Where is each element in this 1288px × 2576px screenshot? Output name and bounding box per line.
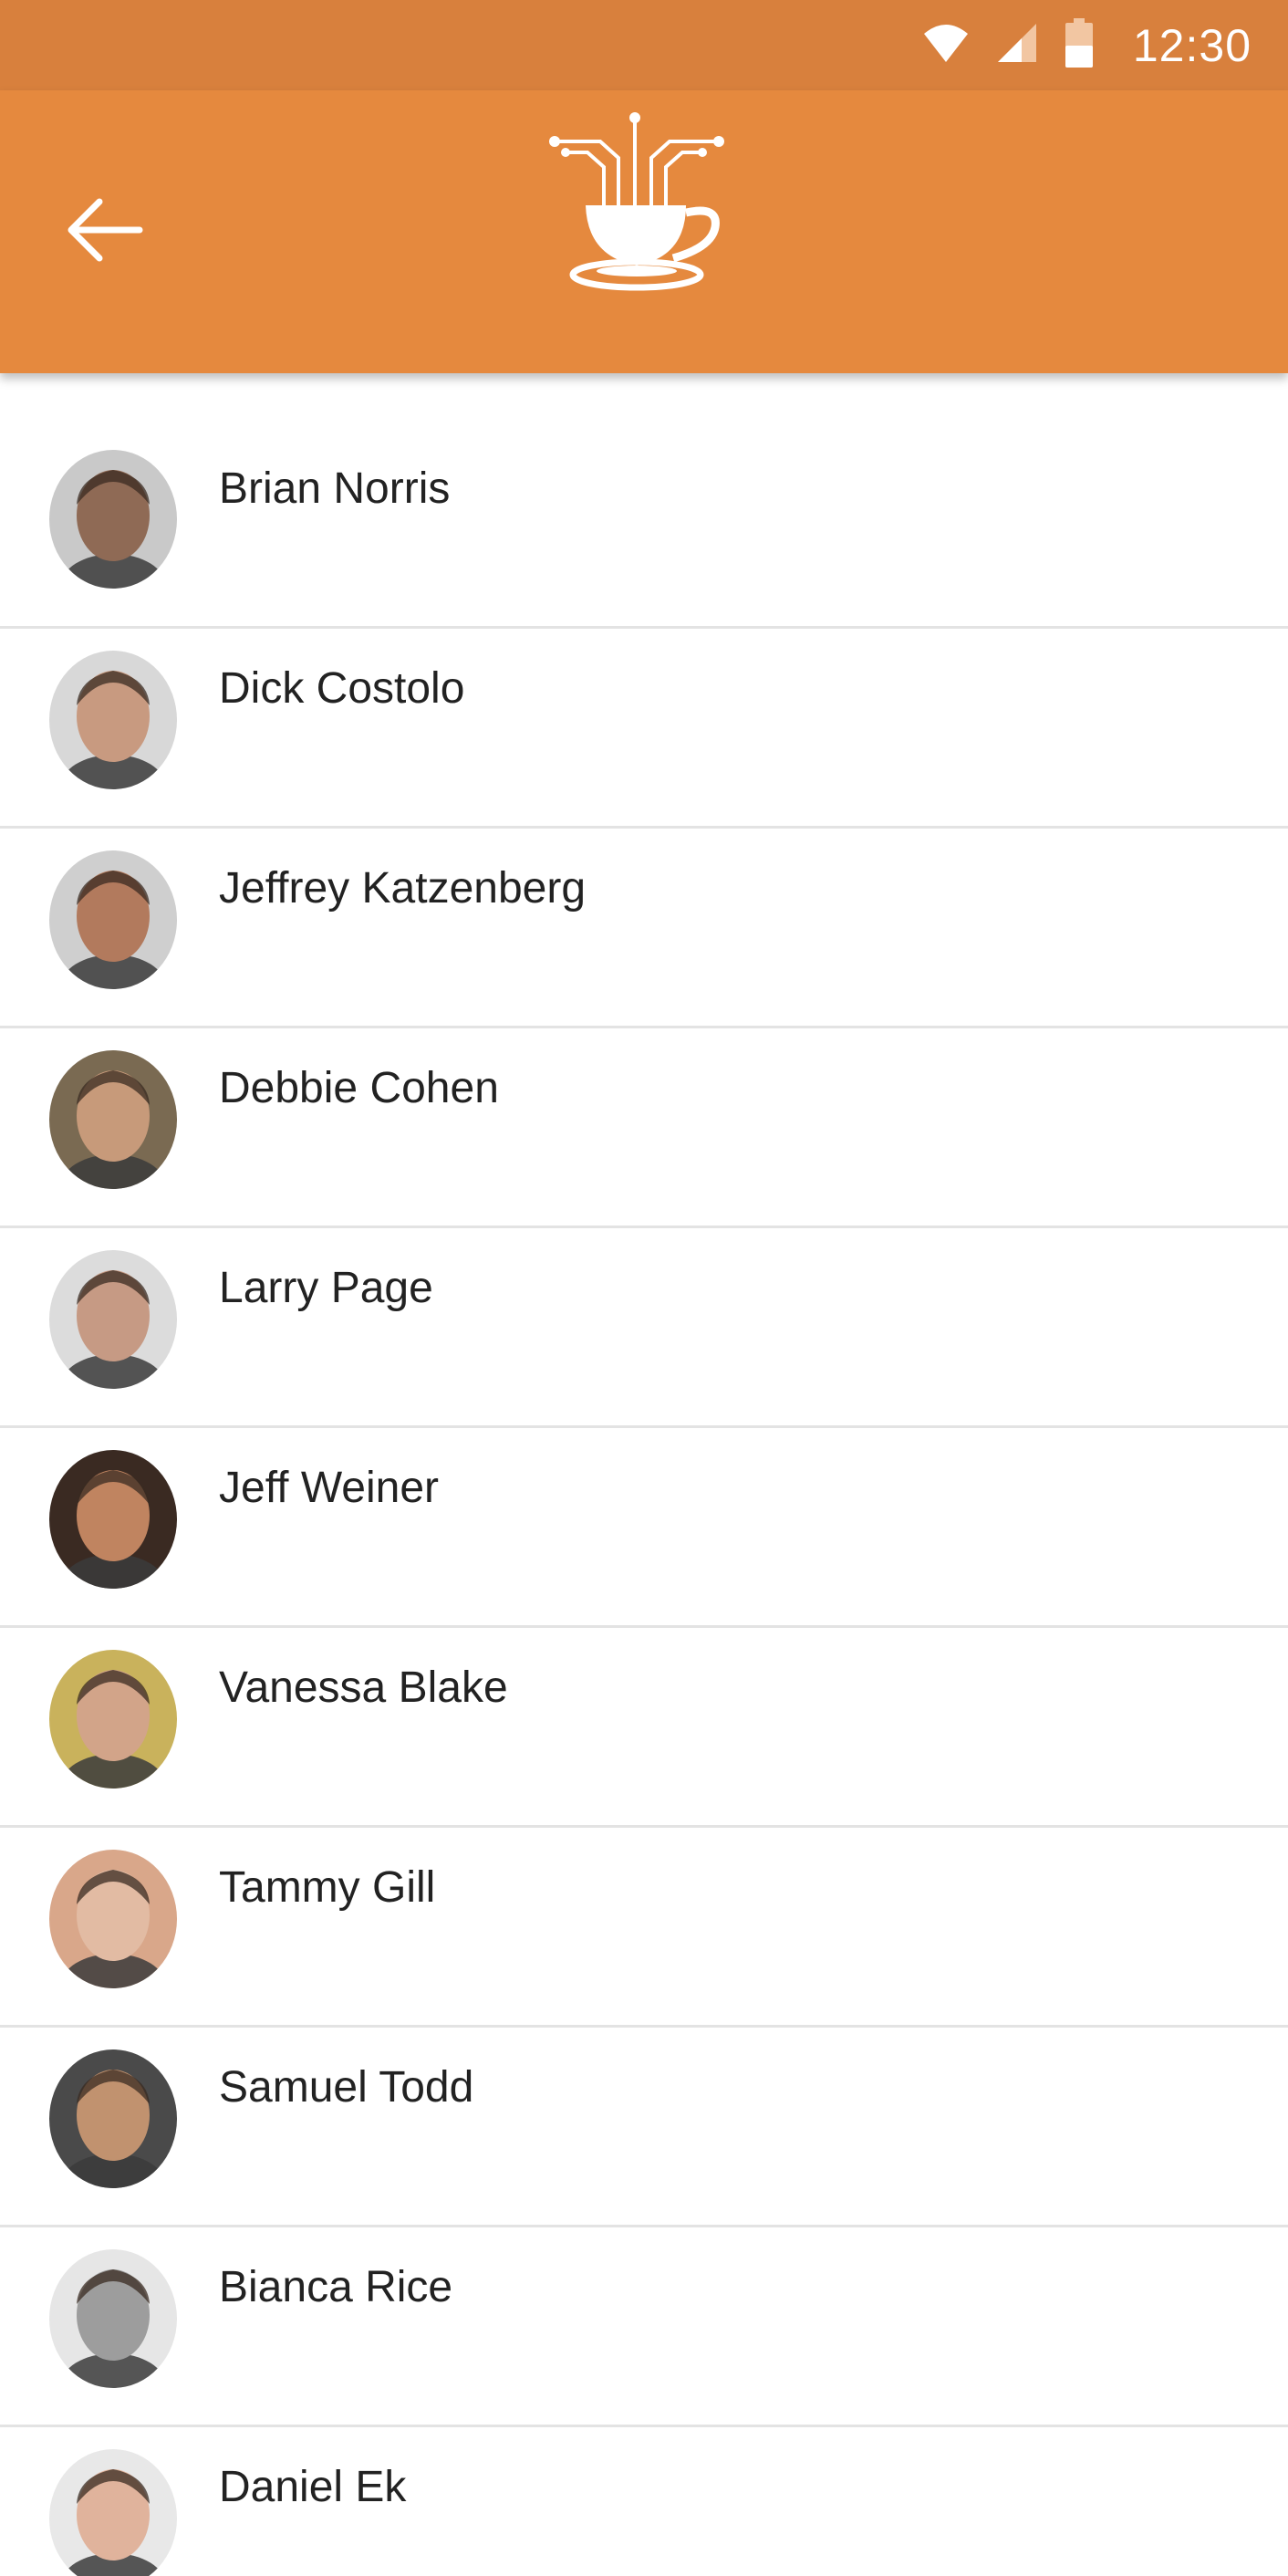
avatar bbox=[49, 2049, 177, 2188]
contact-name: Debbie Cohen bbox=[219, 1064, 499, 1112]
list-item[interactable]: Bianca Rice bbox=[0, 2227, 1288, 2427]
contact-name: Tammy Gill bbox=[219, 1863, 436, 1912]
wifi-icon bbox=[923, 23, 969, 68]
list-item[interactable]: Jeff Weiner bbox=[0, 1428, 1288, 1628]
contact-list: Brian Norris Dick Costolo Jeffrey Katzenbe… bbox=[0, 373, 1288, 2576]
contacts-screen: 12:30 Brian Norris Dick Costolo Jeffrey … bbox=[0, 0, 1288, 2576]
avatar bbox=[49, 2249, 177, 2388]
battery-icon bbox=[1065, 18, 1093, 72]
contact-name: Dick Costolo bbox=[219, 664, 465, 713]
list-item[interactable]: Tammy Gill bbox=[0, 1828, 1288, 2028]
app-bar bbox=[0, 90, 1288, 373]
avatar bbox=[49, 450, 177, 589]
contact-name: Vanessa Blake bbox=[219, 1663, 508, 1712]
avatar bbox=[49, 1250, 177, 1389]
list-item[interactable]: Jeffrey Katzenberg bbox=[0, 829, 1288, 1028]
contact-name: Bianca Rice bbox=[219, 2263, 453, 2311]
list-item[interactable]: Daniel Ek bbox=[0, 2427, 1288, 2576]
coffee-cup-circuit-logo bbox=[545, 110, 737, 302]
avatar bbox=[49, 1850, 177, 1988]
avatar bbox=[49, 1050, 177, 1189]
status-icons: 12:30 bbox=[923, 0, 1252, 90]
avatar bbox=[49, 2449, 177, 2576]
status-bar: 12:30 bbox=[0, 0, 1288, 90]
contact-name: Jeff Weiner bbox=[219, 1464, 440, 1512]
avatar bbox=[49, 1650, 177, 1789]
list-item[interactable]: Larry Page bbox=[0, 1228, 1288, 1428]
arrow-left-icon bbox=[67, 196, 143, 268]
avatar bbox=[49, 1450, 177, 1589]
list-item[interactable]: Debbie Cohen bbox=[0, 1028, 1288, 1228]
list-item[interactable]: Vanessa Blake bbox=[0, 1628, 1288, 1828]
list-item[interactable]: Samuel Todd bbox=[0, 2028, 1288, 2227]
avatar bbox=[49, 651, 177, 789]
contact-name: Larry Page bbox=[219, 1264, 433, 1312]
contact-name: Daniel Ek bbox=[219, 2463, 407, 2511]
list-item[interactable]: Dick Costolo bbox=[0, 629, 1288, 829]
status-time: 12:30 bbox=[1132, 19, 1252, 71]
contact-name: Brian Norris bbox=[219, 464, 451, 513]
avatar bbox=[49, 850, 177, 989]
contact-name: Samuel Todd bbox=[219, 2063, 474, 2112]
cell-signal-icon bbox=[996, 22, 1038, 68]
list-item[interactable]: Brian Norris bbox=[0, 373, 1288, 629]
contact-name: Jeffrey Katzenberg bbox=[219, 864, 587, 913]
back-button[interactable] bbox=[46, 177, 164, 287]
